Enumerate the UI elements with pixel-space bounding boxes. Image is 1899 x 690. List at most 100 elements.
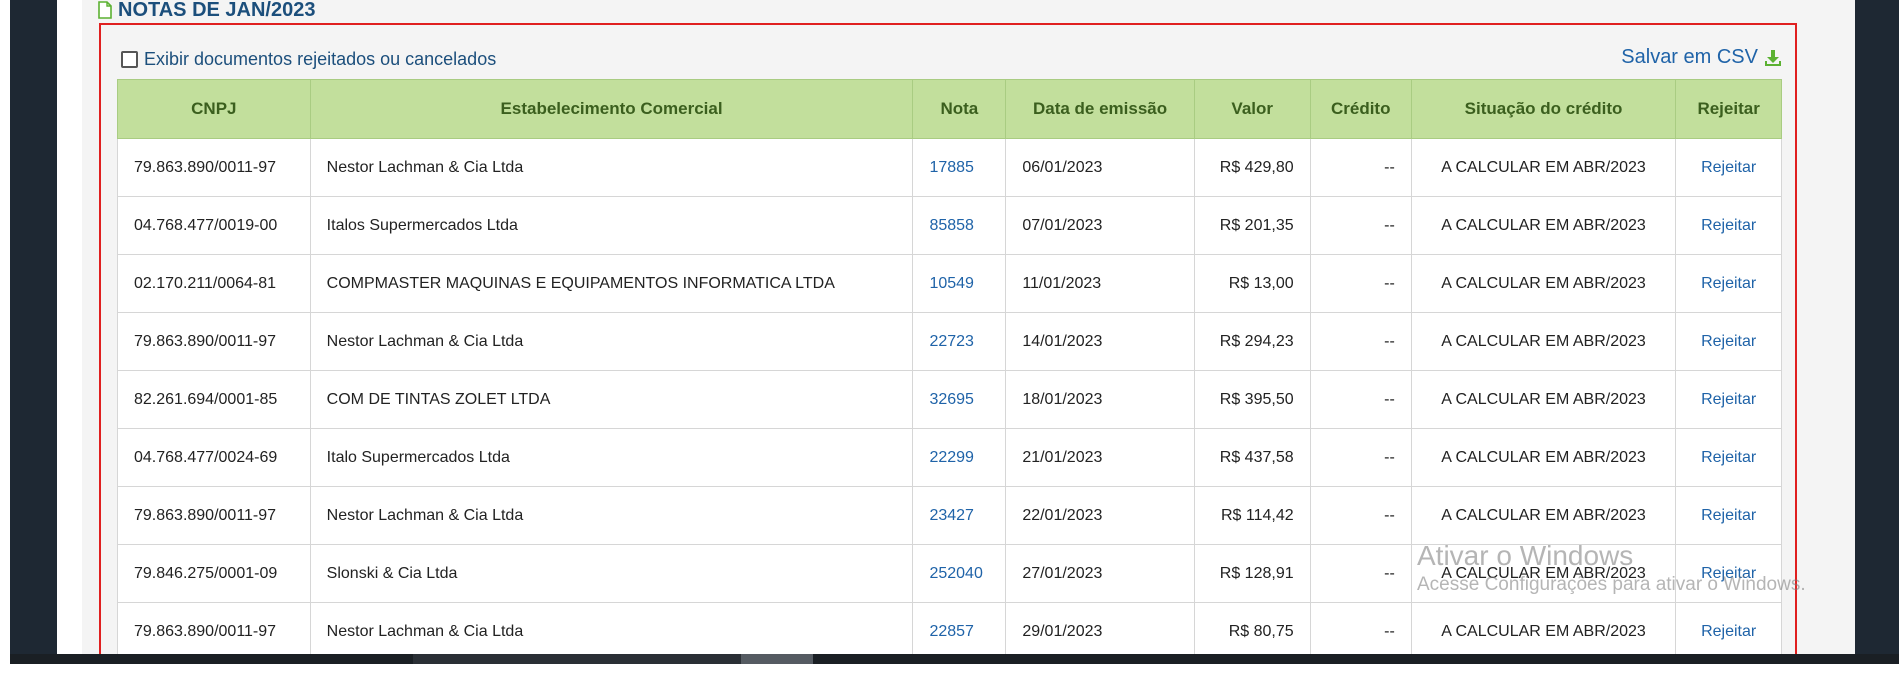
cell-credito: -- <box>1309 370 1412 429</box>
cell-situacao: A CALCULAR EM ABR/2023 <box>1410 312 1677 371</box>
rejeitar-link[interactable]: Rejeitar <box>1701 623 1756 640</box>
nota-link[interactable]: 17885 <box>929 159 974 176</box>
table-row: 79.846.275/0001-09 Slonski & Cia Ltda 2520… <box>117 544 1782 603</box>
table-row: 04.768.477/0019-00 Italos Supermercados L… <box>117 196 1782 255</box>
cell-data-emissao: 27/01/2023 <box>1005 544 1195 603</box>
cell-rejeitar: Rejeitar <box>1675 138 1782 197</box>
cell-cnpj: 79.863.890/0011-97 <box>117 486 311 545</box>
cell-nota: 252040 <box>912 544 1007 603</box>
rejeitar-link[interactable]: Rejeitar <box>1701 449 1756 466</box>
cell-valor: R$ 437,58 <box>1193 428 1311 487</box>
table-row: 79.863.890/0011-97 Nestor Lachman & Cia L… <box>117 138 1782 197</box>
cell-data-emissao: 11/01/2023 <box>1005 254 1195 313</box>
save-csv-label: Salvar em CSV <box>1621 46 1758 68</box>
cell-situacao: A CALCULAR EM ABR/2023 <box>1410 602 1677 661</box>
cell-situacao: A CALCULAR EM ABR/2023 <box>1410 370 1677 429</box>
cell-cnpj: 04.768.477/0019-00 <box>117 196 311 255</box>
header-nota: Nota <box>912 79 1007 139</box>
cell-credito: -- <box>1309 254 1412 313</box>
cell-nota: 22299 <box>912 428 1007 487</box>
toolbar: Exibir documentos rejeitados ou cancelad… <box>121 46 1782 76</box>
nota-link[interactable]: 85858 <box>929 217 974 234</box>
table-row: 79.863.890/0011-97 Nestor Lachman & Cia L… <box>117 602 1782 661</box>
show-rejected-checkbox[interactable] <box>121 51 138 68</box>
document-icon <box>98 1 112 19</box>
cell-rejeitar: Rejeitar <box>1675 428 1782 487</box>
cell-rejeitar: Rejeitar <box>1675 254 1782 313</box>
cell-valor: R$ 294,23 <box>1193 312 1311 371</box>
cell-situacao: A CALCULAR EM ABR/2023 <box>1410 138 1677 197</box>
cell-situacao: A CALCULAR EM ABR/2023 <box>1410 428 1677 487</box>
rejeitar-link[interactable]: Rejeitar <box>1701 159 1756 176</box>
cell-credito: -- <box>1309 602 1412 661</box>
header-data-emissao: Data de emissão <box>1005 79 1195 139</box>
nota-link[interactable]: 23427 <box>929 507 974 524</box>
cell-data-emissao: 14/01/2023 <box>1005 312 1195 371</box>
nota-link[interactable]: 22857 <box>929 623 974 640</box>
table-row: 79.863.890/0011-97 Nestor Lachman & Cia L… <box>117 486 1782 545</box>
nota-link[interactable]: 22299 <box>929 449 974 466</box>
cell-cnpj: 79.846.275/0001-09 <box>117 544 311 603</box>
table-header-row: CNPJ Estabelecimento Comercial Nota Data… <box>117 79 1782 139</box>
cell-situacao: A CALCULAR EM ABR/2023 <box>1410 486 1677 545</box>
table-row: 82.261.694/0001-85 COM DE TINTAS ZOLET LT… <box>117 370 1782 429</box>
cell-valor: R$ 80,75 <box>1193 602 1311 661</box>
cell-credito: -- <box>1309 196 1412 255</box>
cell-valor: R$ 395,50 <box>1193 370 1311 429</box>
cell-situacao: A CALCULAR EM ABR/2023 <box>1410 196 1677 255</box>
table-row: 04.768.477/0024-69 Italo Supermercados Lt… <box>117 428 1782 487</box>
header-credito: Crédito <box>1309 79 1412 139</box>
scrollbar-track-segment <box>413 654 751 664</box>
nota-link[interactable]: 32695 <box>929 391 974 408</box>
cell-cnpj: 79.863.890/0011-97 <box>117 312 311 371</box>
cell-rejeitar: Rejeitar <box>1675 196 1782 255</box>
cell-data-emissao: 07/01/2023 <box>1005 196 1195 255</box>
save-csv-link[interactable]: Salvar em CSV <box>1621 46 1782 69</box>
rejeitar-link[interactable]: Rejeitar <box>1701 217 1756 234</box>
nota-link[interactable]: 10549 <box>929 275 974 292</box>
rejeitar-link[interactable]: Rejeitar <box>1701 333 1756 350</box>
cell-rejeitar: Rejeitar <box>1675 602 1782 661</box>
table-row: 02.170.211/0064-81 COMPMASTER MAQUINAS E … <box>117 254 1782 313</box>
header-rejeitar: Rejeitar <box>1675 79 1782 139</box>
table-body: 79.863.890/0011-97 Nestor Lachman & Cia L… <box>117 138 1782 661</box>
nota-link[interactable]: 252040 <box>929 565 982 582</box>
cell-estabelecimento: Italos Supermercados Ltda <box>309 196 914 255</box>
cell-nota: 85858 <box>912 196 1007 255</box>
cell-situacao: A CALCULAR EM ABR/2023 <box>1410 254 1677 313</box>
cell-valor: R$ 201,35 <box>1193 196 1311 255</box>
show-rejected-label: Exibir documentos rejeitados ou cancelad… <box>144 49 497 69</box>
cell-credito: -- <box>1309 312 1412 371</box>
rejeitar-link[interactable]: Rejeitar <box>1701 507 1756 524</box>
cell-valor: R$ 429,80 <box>1193 138 1311 197</box>
download-icon <box>1765 49 1781 66</box>
rejeitar-link[interactable]: Rejeitar <box>1701 275 1756 292</box>
cell-credito: -- <box>1309 428 1412 487</box>
cell-rejeitar: Rejeitar <box>1675 370 1782 429</box>
cell-estabelecimento: Nestor Lachman & Cia Ltda <box>309 312 914 371</box>
nota-link[interactable]: 22723 <box>929 333 974 350</box>
cell-estabelecimento: Nestor Lachman & Cia Ltda <box>309 138 914 197</box>
cell-estabelecimento: Slonski & Cia Ltda <box>309 544 914 603</box>
horizontal-scrollbar[interactable] <box>10 654 1899 664</box>
cell-valor: R$ 13,00 <box>1193 254 1311 313</box>
cell-rejeitar: Rejeitar <box>1675 312 1782 371</box>
header-valor: Valor <box>1193 79 1311 139</box>
notas-table: CNPJ Estabelecimento Comercial Nota Data… <box>117 79 1782 661</box>
cell-estabelecimento: COM DE TINTAS ZOLET LTDA <box>309 370 914 429</box>
section-title-text: NOTAS DE JAN/2023 <box>118 0 316 21</box>
cell-data-emissao: 18/01/2023 <box>1005 370 1195 429</box>
section-title: NOTAS DE JAN/2023 <box>98 0 315 22</box>
cell-situacao: A CALCULAR EM ABR/2023 <box>1410 544 1677 603</box>
cell-nota: 17885 <box>912 138 1007 197</box>
rejeitar-link[interactable]: Rejeitar <box>1701 565 1756 582</box>
rejeitar-link[interactable]: Rejeitar <box>1701 391 1756 408</box>
cell-cnpj: 82.261.694/0001-85 <box>117 370 311 429</box>
cell-nota: 22857 <box>912 602 1007 661</box>
header-cnpj: CNPJ <box>117 79 311 139</box>
header-situacao: Situação do crédito <box>1410 79 1677 139</box>
cell-credito: -- <box>1309 138 1412 197</box>
show-rejected-toggle[interactable]: Exibir documentos rejeitados ou cancelad… <box>121 49 496 70</box>
scrollbar-thumb[interactable] <box>741 654 813 664</box>
cell-rejeitar: Rejeitar <box>1675 486 1782 545</box>
